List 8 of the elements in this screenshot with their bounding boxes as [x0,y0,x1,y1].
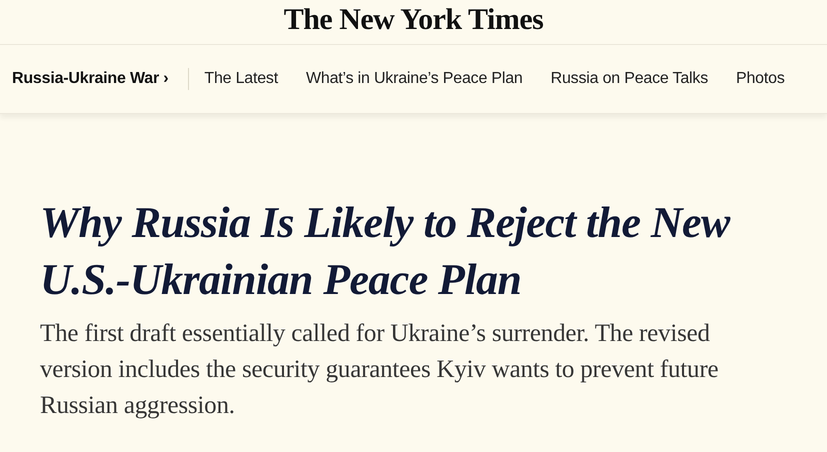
nav-link[interactable]: The Latest [204,70,278,88]
article-headline: Why Russia Is Likely to Reject the New U.S.-Ukrainian Peace Plan [40,197,732,306]
section-link[interactable]: Russia-Ukraine War › [12,70,168,88]
site-logo[interactable]: The New York Times [284,3,544,37]
article-summary: The first draft essentially called for Ukraine’s surrender. The revised version includes the security guarantees Kyiv wants to prevent future Russian aggression. [40,319,720,421]
nav-link[interactable]: Russia on Peace Talks [550,70,708,88]
nav-link[interactable]: Photos [736,70,785,88]
nav-link[interactable]: What’s in Ukraine’s Peace Plan [306,70,523,88]
